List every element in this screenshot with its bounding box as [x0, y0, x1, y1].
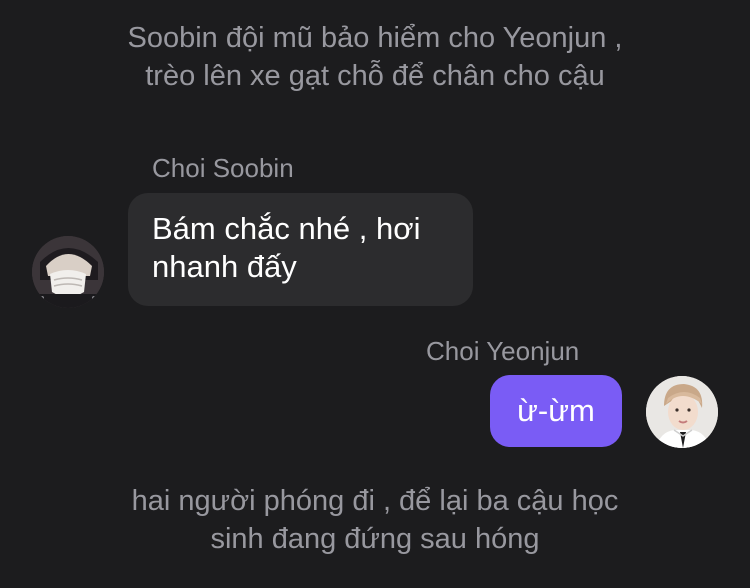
narration-top-line-2: trèo lên xe gạt chỗ để chân cho cậu [145, 60, 605, 92]
narration-bottom-line-1: hai người phóng đi , để lại ba cậu học [131, 485, 619, 517]
avatar-yeonjun-image [646, 376, 718, 448]
avatar-soobin-image [32, 236, 104, 308]
message-soobin-line-2: nhanh đấy [152, 249, 297, 284]
message-yeonjun-text: ừ-ừm [517, 393, 595, 428]
narration-bottom-line-2: sinh đang đứng sau hóng [210, 523, 540, 555]
message-bubble-soobin[interactable]: Bám chắc nhé , hơi nhanh đấy [128, 193, 473, 306]
message-bubble-yeonjun[interactable]: ừ-ừm [490, 375, 622, 447]
message-soobin-line-1: Bám chắc nhé , hơi [152, 211, 421, 246]
narration-top-line-1: Soobin đội mũ bảo hiểm cho Yeonjun , [127, 22, 623, 54]
avatar-yeonjun[interactable] [646, 376, 718, 448]
sender-name-soobin: Choi Soobin [152, 153, 294, 183]
narration-top: Soobin đội mũ bảo hiểm cho Yeonjun , trè… [0, 19, 750, 95]
narration-bottom: hai người phóng đi , để lại ba cậu học s… [0, 482, 750, 558]
sender-name-yeonjun: Choi Yeonjun [426, 336, 580, 366]
avatar-soobin[interactable] [32, 236, 104, 308]
